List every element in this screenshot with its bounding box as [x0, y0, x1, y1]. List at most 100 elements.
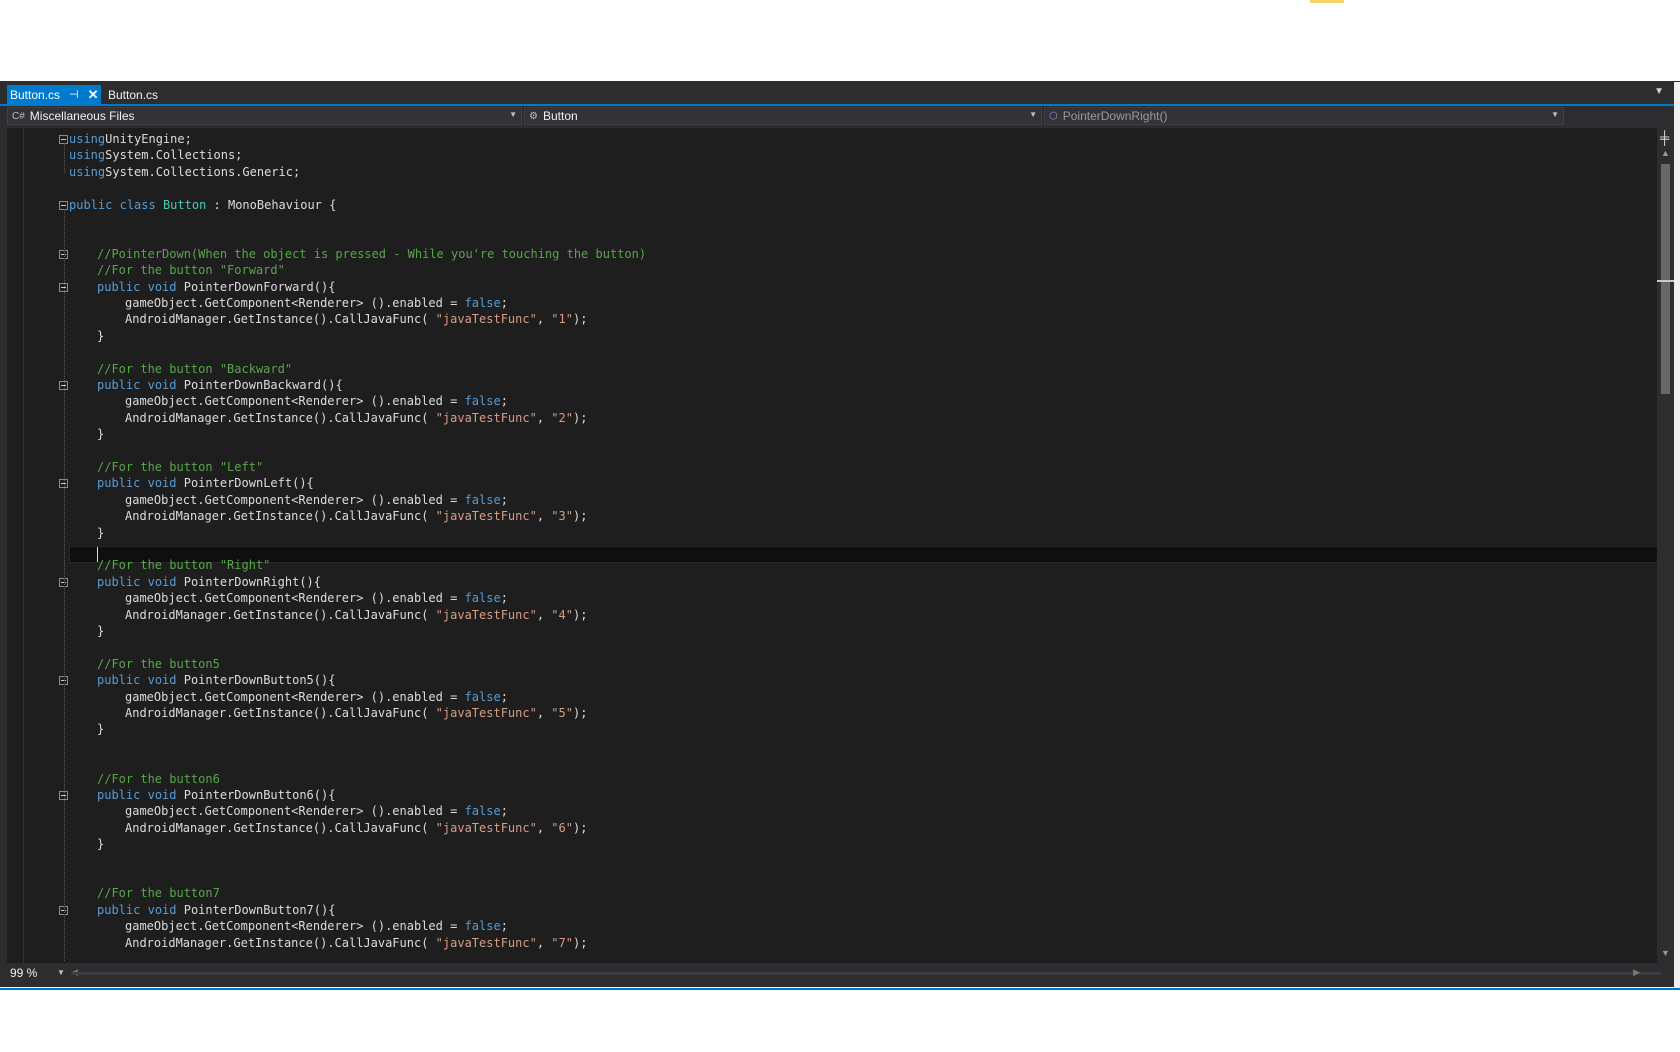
code-text: AndroidManager.GetInstance().CallJavaFun…: [125, 410, 587, 427]
scroll-right-arrow-icon[interactable]: ▶: [1633, 967, 1640, 978]
code-text: //For the button "Left": [97, 459, 263, 476]
chevron-down-icon: ▼: [1551, 110, 1559, 119]
code-token: ;: [500, 804, 508, 818]
code-text: }: [97, 623, 104, 640]
code-token: ;: [500, 296, 508, 310]
class-icon: ⚙: [529, 110, 538, 122]
scroll-down-arrow-icon[interactable]: ▼: [1661, 948, 1670, 958]
code-token: Button: [162, 198, 207, 212]
code-token: "javaTestFunc": [435, 936, 537, 950]
bottom-window-area: [0, 988, 1680, 1052]
indicator-margin: [7, 128, 24, 963]
code-text: public void PointerDownButton7(){: [97, 902, 335, 919]
top-accent-marker: [1310, 0, 1344, 3]
code-token: public: [97, 788, 141, 802]
code-text: public void PointerDownBackward(){: [97, 377, 343, 394]
project-dropdown[interactable]: C# Miscellaneous Files ▼: [7, 107, 522, 125]
code-token: public: [97, 575, 141, 589]
code-token: "javaTestFunc": [435, 312, 537, 326]
code-token: }: [97, 526, 105, 540]
code-token: }: [97, 624, 105, 638]
code-token: ;: [500, 394, 508, 408]
code-text: public void PointerDownButton6(){: [97, 787, 335, 804]
scroll-up-arrow-icon[interactable]: ▲: [1661, 148, 1670, 158]
code-token: "1": [551, 312, 573, 326]
code-text: public void PointerDownForward(){: [97, 279, 335, 296]
code-token: PointerDownButton7(){: [176, 903, 336, 917]
project-label: Miscellaneous Files: [29, 109, 135, 123]
code-text: public void PointerDownButton5(){: [97, 672, 335, 689]
code-token: AndroidManager.GetInstance().CallJavaFun…: [125, 509, 436, 523]
code-text: AndroidManager.GetInstance().CallJavaFun…: [125, 820, 587, 837]
chevron-down-icon: ▼: [1029, 110, 1037, 119]
pin-icon[interactable]: ⊣: [69, 88, 79, 101]
code-token: void: [147, 788, 177, 802]
code-token: PointerDownForward(){: [176, 280, 336, 294]
member-label: PointerDownRight(): [1062, 109, 1168, 123]
code-text: public class Button : MonoBehaviour {: [69, 197, 336, 214]
code-token: gameObject.GetComponent<Renderer> ().ena…: [125, 690, 465, 704]
code-token: "javaTestFunc": [435, 706, 537, 720]
member-dropdown[interactable]: ⬡ PointerDownRight() ▼: [1044, 107, 1564, 125]
zoom-level[interactable]: 99 %: [10, 966, 37, 980]
tab-overflow-dropdown-icon[interactable]: ▼: [1654, 86, 1664, 97]
code-token: public: [97, 476, 141, 490]
code-editor[interactable]: usingUnityEngine; usingSystem.Collections…: [7, 128, 1674, 963]
code-text: //For the button "Backward": [97, 361, 292, 378]
code-token: PointerDownRight(){: [176, 575, 321, 589]
code-token: void: [147, 673, 177, 687]
code-token: ;: [500, 919, 508, 933]
chevron-down-icon: ▼: [509, 110, 517, 119]
code-token: "3": [551, 509, 573, 523]
close-icon[interactable]: ✕: [88, 87, 99, 103]
code-token: "6": [551, 821, 573, 835]
vertical-scrollbar[interactable]: ╪ ▲ ▼: [1657, 128, 1674, 963]
outline-guide: [64, 143, 66, 173]
code-token: false: [464, 591, 501, 605]
chevron-down-icon[interactable]: ▼: [57, 968, 65, 977]
code-token: gameObject.GetComponent<Renderer> ().ena…: [125, 394, 465, 408]
code-token: ,: [536, 821, 552, 835]
scrollbar-thumb[interactable]: [1661, 164, 1670, 394]
split-window-icon[interactable]: ╪: [1660, 131, 1669, 144]
code-token: //For the button "Left": [97, 460, 264, 474]
tab-label: Button.cs: [108, 87, 159, 102]
code-text: }: [97, 721, 104, 738]
code-token: AndroidManager.GetInstance().CallJavaFun…: [125, 936, 436, 950]
document-tab-bar: Button.cs ⊣ ✕ Button.cs ▼: [0, 82, 1674, 104]
horizontal-scrollbar[interactable]: [71, 972, 1661, 975]
code-token: //PointerDown(When the object is pressed…: [97, 247, 647, 261]
code-token: //For the button6: [97, 772, 220, 786]
code-token: }: [97, 427, 105, 441]
code-token: void: [147, 575, 177, 589]
code-token: gameObject.GetComponent<Renderer> ().ena…: [125, 296, 465, 310]
code-token: gameObject.GetComponent<Renderer> ().ena…: [125, 591, 465, 605]
code-token: );: [572, 706, 588, 720]
code-token: public: [69, 198, 113, 212]
code-text: AndroidManager.GetInstance().CallJavaFun…: [125, 311, 587, 328]
code-text: AndroidManager.GetInstance().CallJavaFun…: [125, 705, 587, 722]
tab-button-cs[interactable]: Button.cs: [104, 85, 162, 104]
tab-button-cs-active[interactable]: Button.cs ⊣ ✕: [7, 85, 101, 104]
tab-label: Button.cs: [10, 87, 61, 102]
code-token: //For the button5: [97, 657, 220, 671]
code-text: usingSystem.Collections.Generic;: [69, 164, 300, 181]
code-area[interactable]: usingUnityEngine; usingSystem.Collections…: [23, 131, 1657, 961]
code-text: AndroidManager.GetInstance().CallJavaFun…: [125, 607, 587, 624]
code-text: gameObject.GetComponent<Renderer> ().ena…: [125, 803, 508, 820]
type-dropdown[interactable]: ⚙ Button ▼: [524, 107, 1042, 125]
code-token: );: [572, 608, 588, 622]
code-token: AndroidManager.GetInstance().CallJavaFun…: [125, 608, 436, 622]
code-text: //For the button5: [97, 656, 220, 673]
csharp-project-icon: C#: [12, 110, 25, 122]
code-token: }: [97, 722, 105, 736]
code-token: public: [97, 378, 141, 392]
code-token: ;: [500, 690, 508, 704]
window-edge: [1674, 82, 1680, 988]
code-token: }: [97, 329, 105, 343]
